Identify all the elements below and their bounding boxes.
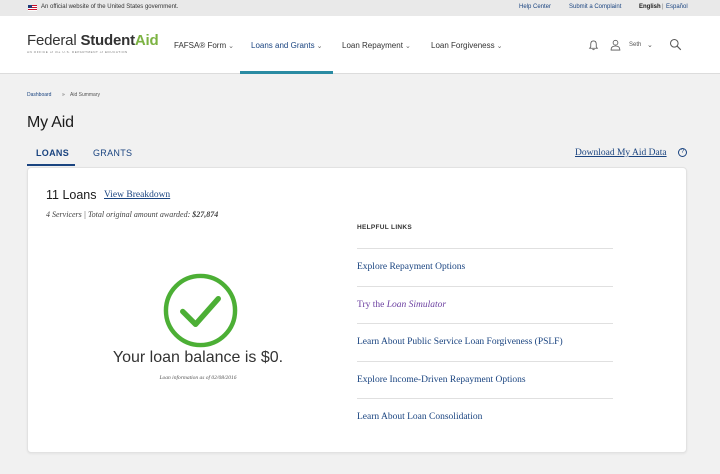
logo-federal: Federal [27, 32, 81, 49]
download-aid-data-link[interactable]: Download My Aid Data [575, 148, 667, 158]
nav-fafsa-label: FAFSA® Form [174, 41, 227, 50]
check-circle-icon [163, 273, 238, 348]
nav-fafsa-form[interactable]: FAFSA® Form ⌄ [174, 41, 234, 50]
active-tab-indicator [27, 164, 75, 166]
submit-complaint-link[interactable]: Submit a Complaint [569, 4, 621, 10]
nav-loan-repayment[interactable]: Loan Repayment ⌄ [342, 41, 411, 50]
page-title: My Aid [27, 114, 74, 131]
espanol-link[interactable]: Español [666, 4, 688, 10]
nav-loans-and-grants[interactable]: Loans and Grants ⌄ [251, 41, 322, 50]
list-item[interactable]: Explore Income-Driven Repayment Options [357, 360, 613, 399]
tab-loans[interactable]: LOANS [36, 148, 69, 158]
income-driven-repayment-link[interactable]: Explore Income-Driven Repayment Options [357, 375, 526, 385]
logo-student: Student [80, 32, 135, 49]
loan-info-date: Loan information as of 02/08/2016 [159, 375, 237, 381]
active-nav-indicator [240, 71, 333, 74]
bell-icon[interactable] [588, 40, 599, 51]
help-center-link[interactable]: Help Center [519, 4, 551, 10]
chevron-down-icon: ⌄ [316, 43, 323, 50]
user-name[interactable]: Seth [629, 42, 641, 48]
loans-count: 11 Loans [46, 188, 97, 202]
helpful-links-list: Explore Repayment Options Try the Loan S… [357, 248, 613, 436]
servicers-text: 4 Servicers | Total original amount awar… [46, 210, 193, 219]
nav-loans-grants-label: Loans and Grants [251, 41, 315, 50]
nav-loan-repayment-label: Loan Repayment [342, 41, 403, 50]
loan-simulator-link[interactable]: Try the Loan Simulator [357, 300, 446, 310]
chevron-down-icon: ⌄ [496, 43, 503, 50]
list-item[interactable]: Learn About Loan Consolidation [357, 398, 613, 436]
chevron-down-icon: ⌄ [404, 43, 411, 50]
english-link[interactable]: English [639, 4, 661, 10]
tab-grants[interactable]: GRANTS [93, 148, 132, 158]
chevron-down-icon: ⌄ [228, 43, 234, 50]
list-item[interactable]: Explore Repayment Options [357, 248, 613, 286]
list-item[interactable]: Try the Loan Simulator [357, 285, 613, 324]
logo-tagline: AN OFFICE of the U.S. DEPARTMENT of EDUC… [27, 50, 128, 54]
fsa-logo[interactable]: Federal StudentAid AN OFFICE of the U.S.… [27, 32, 159, 54]
user-icon[interactable] [610, 39, 621, 51]
total-awarded-amount: $27,874 [192, 210, 219, 219]
breadcrumb-current: Aid Summary [70, 92, 101, 98]
site-header: Federal StudentAid AN OFFICE of the U.S.… [0, 16, 720, 74]
nav-loan-forgiveness-label: Loan Forgiveness [431, 41, 495, 50]
gov-banner: An official website of the United States… [0, 0, 720, 16]
helpful-links-heading: HELPFUL LINKS [357, 224, 413, 231]
loan-consolidation-link[interactable]: Learn About Loan Consolidation [357, 412, 482, 422]
loan-balance: Your loan balance is $0. [112, 349, 284, 366]
official-site-text: An official website of the United States… [41, 4, 179, 10]
chevron-down-icon[interactable]: ⌄ [647, 41, 653, 49]
breadcrumb-separator: » [62, 92, 65, 98]
breadcrumb-dashboard[interactable]: Dashboard [27, 92, 51, 98]
loan-simulator-prefix: Try the [357, 299, 387, 310]
loan-simulator-label: Loan Simulator [386, 299, 447, 310]
language-separator: | [662, 4, 664, 10]
explore-repayment-options-link[interactable]: Explore Repayment Options [357, 262, 465, 272]
pslf-link[interactable]: Learn About Public Service Loan Forgiven… [357, 337, 563, 347]
help-icon[interactable]: ? [678, 148, 687, 157]
logo-aid: Aid [134, 32, 159, 49]
us-flag-icon [28, 5, 37, 11]
search-icon[interactable] [669, 38, 682, 51]
list-item[interactable]: Learn About Public Service Loan Forgiven… [357, 323, 613, 361]
servicers-summary: 4 Servicers | Total original amount awar… [46, 210, 218, 219]
nav-loan-forgiveness[interactable]: Loan Forgiveness ⌄ [431, 41, 502, 50]
view-breakdown-link[interactable]: View Breakdown [104, 190, 170, 200]
